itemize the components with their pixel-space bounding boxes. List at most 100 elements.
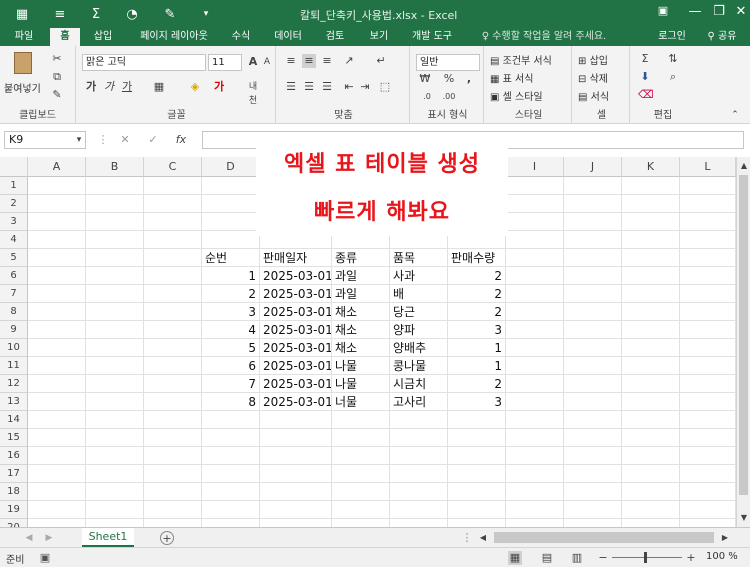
conditional-format-button[interactable]: ▤ 조건부 서식 xyxy=(490,52,552,67)
scroll-down-icon[interactable]: ▼ xyxy=(737,511,750,525)
table-cell[interactable]: 1 xyxy=(448,357,506,375)
increase-indent-icon[interactable]: ⇥ xyxy=(358,80,372,94)
font-name-select[interactable]: 맑은 고딕 xyxy=(82,54,206,71)
sort-filter-icon[interactable]: ⇅ xyxy=(666,52,680,66)
font-color-icon[interactable]: 가 xyxy=(212,80,226,94)
find-icon[interactable]: ⌕ xyxy=(666,70,680,84)
table-header-cell[interactable]: 판매수량 xyxy=(448,249,506,267)
underline-icon[interactable]: 가 xyxy=(120,80,134,94)
menu-icon[interactable]: ≡ xyxy=(50,4,70,24)
close-button[interactable]: ✕ xyxy=(726,4,750,24)
align-left-icon[interactable]: ☰ xyxy=(284,80,298,94)
table-cell[interactable]: 4 xyxy=(202,321,260,339)
increase-decimal-icon[interactable]: .0 xyxy=(420,90,434,104)
zoom-level[interactable]: 100 % xyxy=(706,551,738,562)
align-top-icon[interactable]: ≡ xyxy=(284,54,298,68)
table-cell[interactable]: 당근 xyxy=(390,303,448,321)
table-cell[interactable]: 채소 xyxy=(332,321,390,339)
row-header[interactable]: 1 xyxy=(0,177,28,195)
table-cell[interactable]: 7 xyxy=(202,375,260,393)
wrap-text-icon[interactable]: ↵ xyxy=(374,54,388,68)
table-cell[interactable]: 5 xyxy=(202,339,260,357)
table-cell[interactable]: 2025-03-01 xyxy=(260,267,332,285)
table-header-cell[interactable]: 품목 xyxy=(390,249,448,267)
phonetic-icon[interactable]: 내천 xyxy=(246,80,260,106)
login-button[interactable]: 로그인 xyxy=(652,28,692,46)
format-table-button[interactable]: ▦ 표 서식 xyxy=(490,70,533,85)
tab-data[interactable]: 데이터 xyxy=(268,28,308,46)
row-header[interactable]: 13 xyxy=(0,393,28,411)
next-sheet-icon[interactable]: ▶ xyxy=(42,531,56,545)
table-cell[interactable]: 2 xyxy=(202,285,260,303)
add-sheet-icon[interactable]: + xyxy=(160,531,174,545)
tab-insert[interactable]: 삽입 xyxy=(86,28,120,46)
zoom-in-button[interactable]: + xyxy=(684,551,698,565)
row-header[interactable]: 18 xyxy=(0,483,28,501)
table-cell[interactable]: 2025-03-01 xyxy=(260,303,332,321)
name-box-dropdown-icon[interactable]: ▾ xyxy=(72,133,86,147)
row-header[interactable]: 7 xyxy=(0,285,28,303)
page-layout-view-icon[interactable]: ▤ xyxy=(540,551,554,565)
table-cell[interactable]: 나물 xyxy=(332,357,390,375)
table-cell[interactable]: 2 xyxy=(448,285,506,303)
column-header[interactable]: K xyxy=(622,157,680,177)
table-cell[interactable]: 과일 xyxy=(332,267,390,285)
decrease-font-icon[interactable]: A xyxy=(260,55,274,69)
table-cell[interactable]: 3 xyxy=(202,303,260,321)
row-header[interactable]: 17 xyxy=(0,465,28,483)
table-cell[interactable]: 사과 xyxy=(390,267,448,285)
table-cell[interactable]: 너물 xyxy=(332,393,390,411)
prev-sheet-icon[interactable]: ◀ xyxy=(22,531,36,545)
row-header[interactable]: 16 xyxy=(0,447,28,465)
tab-view[interactable]: 보기 xyxy=(362,28,396,46)
row-header[interactable]: 14 xyxy=(0,411,28,429)
tab-developer[interactable]: 개발 도구 xyxy=(404,28,460,46)
tab-file[interactable]: 파일 xyxy=(6,28,42,46)
zoom-slider-track[interactable] xyxy=(612,557,682,558)
row-header[interactable]: 2 xyxy=(0,195,28,213)
vertical-scrollbar[interactable]: ▲ ▼ xyxy=(736,157,750,527)
row-header[interactable]: 20 xyxy=(0,519,28,527)
table-header-cell[interactable]: 판매일자 xyxy=(260,249,332,267)
number-format-select[interactable]: 일반 xyxy=(416,54,480,71)
table-cell[interactable]: 1 xyxy=(202,267,260,285)
tab-page-layout[interactable]: 페이지 레이아웃 xyxy=(130,28,218,46)
cut-icon[interactable]: ✂ xyxy=(50,52,64,66)
zoom-slider-thumb[interactable] xyxy=(644,552,647,563)
comma-icon[interactable]: , xyxy=(462,72,476,86)
row-header[interactable]: 5 xyxy=(0,249,28,267)
align-middle-icon[interactable]: ≡ xyxy=(302,54,316,68)
fill-color-icon[interactable]: ◈ xyxy=(188,80,202,94)
row-header[interactable]: 4 xyxy=(0,231,28,249)
align-bottom-icon[interactable]: ≡ xyxy=(320,54,334,68)
collapse-ribbon-icon[interactable]: ⌃ xyxy=(728,108,742,122)
italic-icon[interactable]: 가 xyxy=(102,80,116,94)
table-cell[interactable]: 1 xyxy=(448,339,506,357)
table-cell[interactable]: 나물 xyxy=(332,375,390,393)
tell-me-box[interactable]: ♀ 수행할 작업을 알려 주세요. xyxy=(474,28,614,46)
row-header[interactable]: 11 xyxy=(0,357,28,375)
table-cell[interactable]: 2025-03-01 xyxy=(260,375,332,393)
column-header[interactable]: J xyxy=(564,157,622,177)
table-cell[interactable]: 채소 xyxy=(332,339,390,357)
row-header[interactable]: 10 xyxy=(0,339,28,357)
table-cell[interactable]: 시금치 xyxy=(390,375,448,393)
insert-cells-button[interactable]: ⊞ 삽입 xyxy=(578,52,608,67)
column-header[interactable]: L xyxy=(680,157,736,177)
table-cell[interactable]: 콩나물 xyxy=(390,357,448,375)
enter-icon[interactable]: ✓ xyxy=(146,133,160,147)
row-header[interactable]: 6 xyxy=(0,267,28,285)
table-cell[interactable]: 배 xyxy=(390,285,448,303)
table-cell[interactable]: 3 xyxy=(448,393,506,411)
row-header[interactable]: 9 xyxy=(0,321,28,339)
column-header[interactable]: B xyxy=(86,157,144,177)
format-painter-icon[interactable]: ✎ xyxy=(50,88,64,102)
table-cell[interactable]: 2025-03-01 xyxy=(260,393,332,411)
fill-icon[interactable]: ⬇ xyxy=(638,70,652,84)
percent-icon[interactable]: % xyxy=(442,72,456,86)
align-right-icon[interactable]: ☰ xyxy=(320,80,334,94)
normal-view-icon[interactable]: ▦ xyxy=(508,551,522,565)
zoom-out-button[interactable]: − xyxy=(596,551,610,565)
row-header[interactable]: 12 xyxy=(0,375,28,393)
scroll-right-icon[interactable]: ▶ xyxy=(718,531,732,545)
